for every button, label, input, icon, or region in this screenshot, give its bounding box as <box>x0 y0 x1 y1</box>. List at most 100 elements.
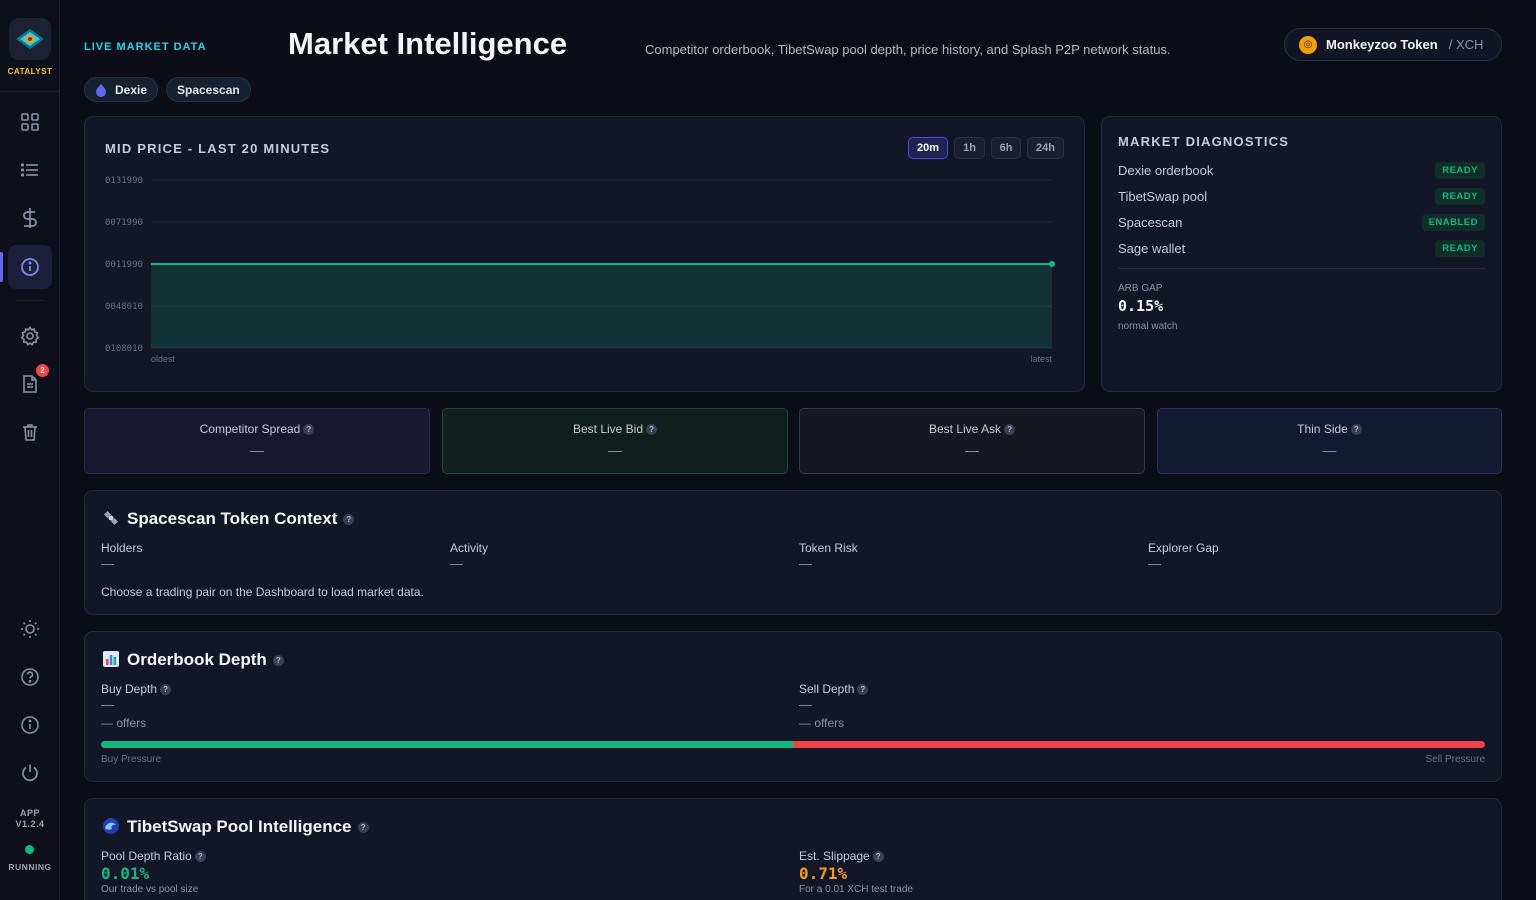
sidebar-item-pricing[interactable] <box>18 206 42 230</box>
help-icon[interactable]: ? <box>872 851 884 863</box>
stat-label: Thin Side? <box>1158 422 1501 436</box>
x-label-oldest: oldest <box>151 354 176 364</box>
version-label: APP <box>19 808 40 818</box>
timeframe-20m[interactable]: 20m <box>908 137 948 159</box>
list-icon <box>20 163 38 177</box>
sidebar-item-settings[interactable] <box>18 324 42 348</box>
sidebar: CATALYST 2 APP V1.2.4 RUNNING <box>0 0 60 900</box>
power-button[interactable] <box>18 761 42 785</box>
stat-best-live-bid: Best Live Bid? — <box>442 408 788 474</box>
stat-label-text: Competitor Spread <box>199 422 301 436</box>
x-label-latest: latest <box>1030 354 1052 364</box>
help-icon[interactable]: ? <box>857 684 869 696</box>
buy-depth-value: — <box>101 697 114 712</box>
sidebar-item-trash[interactable] <box>18 420 42 444</box>
app-root: CATALYST 2 APP V1.2.4 RUNNING LIVE MARKE… <box>0 0 1536 900</box>
help-icon[interactable]: ? <box>272 655 284 667</box>
sidebar-divider <box>0 91 60 92</box>
page-title: Market Intelligence <box>288 26 568 61</box>
running-status-text: RUNNING <box>8 862 52 872</box>
token-coin-icon: ◎ <box>1299 35 1317 54</box>
section-title-text: Orderbook Depth <box>127 650 267 669</box>
buy-depth-label-text: Buy Depth <box>101 682 158 696</box>
sell-pressure-fill <box>793 741 1485 748</box>
y-tick-label: 0071990 <box>105 218 143 228</box>
buy-pressure-label: Buy Pressure <box>101 754 162 765</box>
diagnostic-row-spacescan: Spacescan ENABLED <box>1118 212 1485 232</box>
info-circle-icon <box>21 258 39 276</box>
token-quote: / XCH <box>1448 37 1484 52</box>
app-logo-text: CATALYST <box>7 67 53 76</box>
app-logo[interactable] <box>9 18 51 60</box>
help-icon[interactable]: ? <box>1004 424 1016 436</box>
help-icon[interactable]: ? <box>160 684 172 696</box>
price-chart-title: MID PRICE - LAST 20 MINUTES <box>105 141 331 156</box>
est-slippage-label: Est. Slippage? <box>799 849 884 863</box>
stat-label-text: Thin Side <box>1297 422 1348 436</box>
timeframe-1h[interactable]: 1h <box>954 137 985 159</box>
wave-icon <box>103 818 119 834</box>
sidebar-item-dashboard[interactable] <box>18 110 42 134</box>
sidebar-item-orders[interactable] <box>18 158 42 182</box>
dexie-icon <box>96 83 106 97</box>
help-icon[interactable]: ? <box>1350 424 1362 436</box>
diagnostics-title: MARKET DIAGNOSTICS <box>1118 134 1290 149</box>
field-token-risk-value: — <box>799 556 812 571</box>
stat-best-live-ask: Best Live Ask? — <box>799 408 1145 474</box>
field-holders-label: Holders <box>101 541 143 555</box>
sidebar-item-market-intelligence[interactable] <box>18 255 42 279</box>
pressure-bar <box>101 741 1485 748</box>
diagnostic-label: Dexie orderbook <box>1118 162 1214 178</box>
document-icon <box>23 375 37 393</box>
latest-price-point <box>1049 261 1055 267</box>
stat-value: — <box>965 442 979 458</box>
source-pill-dexie[interactable]: Dexie <box>84 77 159 102</box>
pool-depth-ratio-label-text: Pool Depth Ratio <box>101 849 192 863</box>
help-icon[interactable]: ? <box>357 822 369 834</box>
price-area-fill <box>151 264 1052 348</box>
stat-thin-side: Thin Side? — <box>1157 408 1502 474</box>
help-icon[interactable]: ? <box>343 514 355 526</box>
help-button[interactable] <box>18 665 42 689</box>
token-name: Monkeyzoo Token <box>1326 37 1438 52</box>
est-slippage-value: 0.71% <box>799 864 848 883</box>
diagnostic-label: TibetSwap pool <box>1118 188 1208 204</box>
y-tick-label: 0108010 <box>105 344 143 354</box>
trash-icon <box>23 424 37 441</box>
about-button[interactable] <box>18 713 42 737</box>
stat-label-text: Best Live Bid <box>572 422 644 436</box>
app-version: APP V1.2.4 <box>0 808 60 830</box>
stat-label: Competitor Spread? <box>85 422 429 436</box>
help-icon[interactable]: ? <box>646 424 658 436</box>
dollar-icon <box>23 208 37 228</box>
status-badge: READY <box>1435 161 1485 179</box>
stat-value: — <box>1322 442 1337 458</box>
est-slippage-label-text: Est. Slippage <box>799 849 870 863</box>
arb-gap-note: normal watch <box>1118 321 1178 332</box>
theme-toggle-button[interactable] <box>18 617 42 641</box>
grid-icon <box>21 113 39 131</box>
orderbook-section-title: Orderbook Depth? <box>103 650 284 670</box>
sun-icon <box>21 620 39 638</box>
timeframe-6h[interactable]: 6h <box>991 137 1021 159</box>
sidebar-active-indicator <box>0 252 3 282</box>
help-icon[interactable]: ? <box>303 424 315 436</box>
help-icon[interactable]: ? <box>194 851 206 863</box>
diagnostic-label: Spacescan <box>1118 214 1183 230</box>
notification-badge: 2 <box>36 364 49 377</box>
buy-offers-count: — offers <box>101 716 147 730</box>
catalyst-logo-icon <box>16 29 44 49</box>
token-selector[interactable]: ◎ Monkeyzoo Token / XCH <box>1284 28 1502 61</box>
stat-value: — <box>608 442 622 458</box>
arb-gap-value: 0.15% <box>1118 297 1164 315</box>
timeframe-24h[interactable]: 24h <box>1027 137 1064 159</box>
source-pill-spacescan[interactable]: Spacescan <box>166 77 251 102</box>
page-subtitle: Competitor orderbook, TibetSwap pool dep… <box>645 42 1171 57</box>
buy-depth-label: Buy Depth? <box>101 682 172 696</box>
running-status-dot <box>25 845 34 854</box>
sidebar-divider <box>16 300 44 301</box>
spacescan-note: Choose a trading pair on the Dashboard t… <box>101 585 424 599</box>
power-icon <box>22 764 38 782</box>
live-market-data-label: LIVE MARKET DATA <box>84 41 207 53</box>
field-holders-value: — <box>101 556 114 571</box>
